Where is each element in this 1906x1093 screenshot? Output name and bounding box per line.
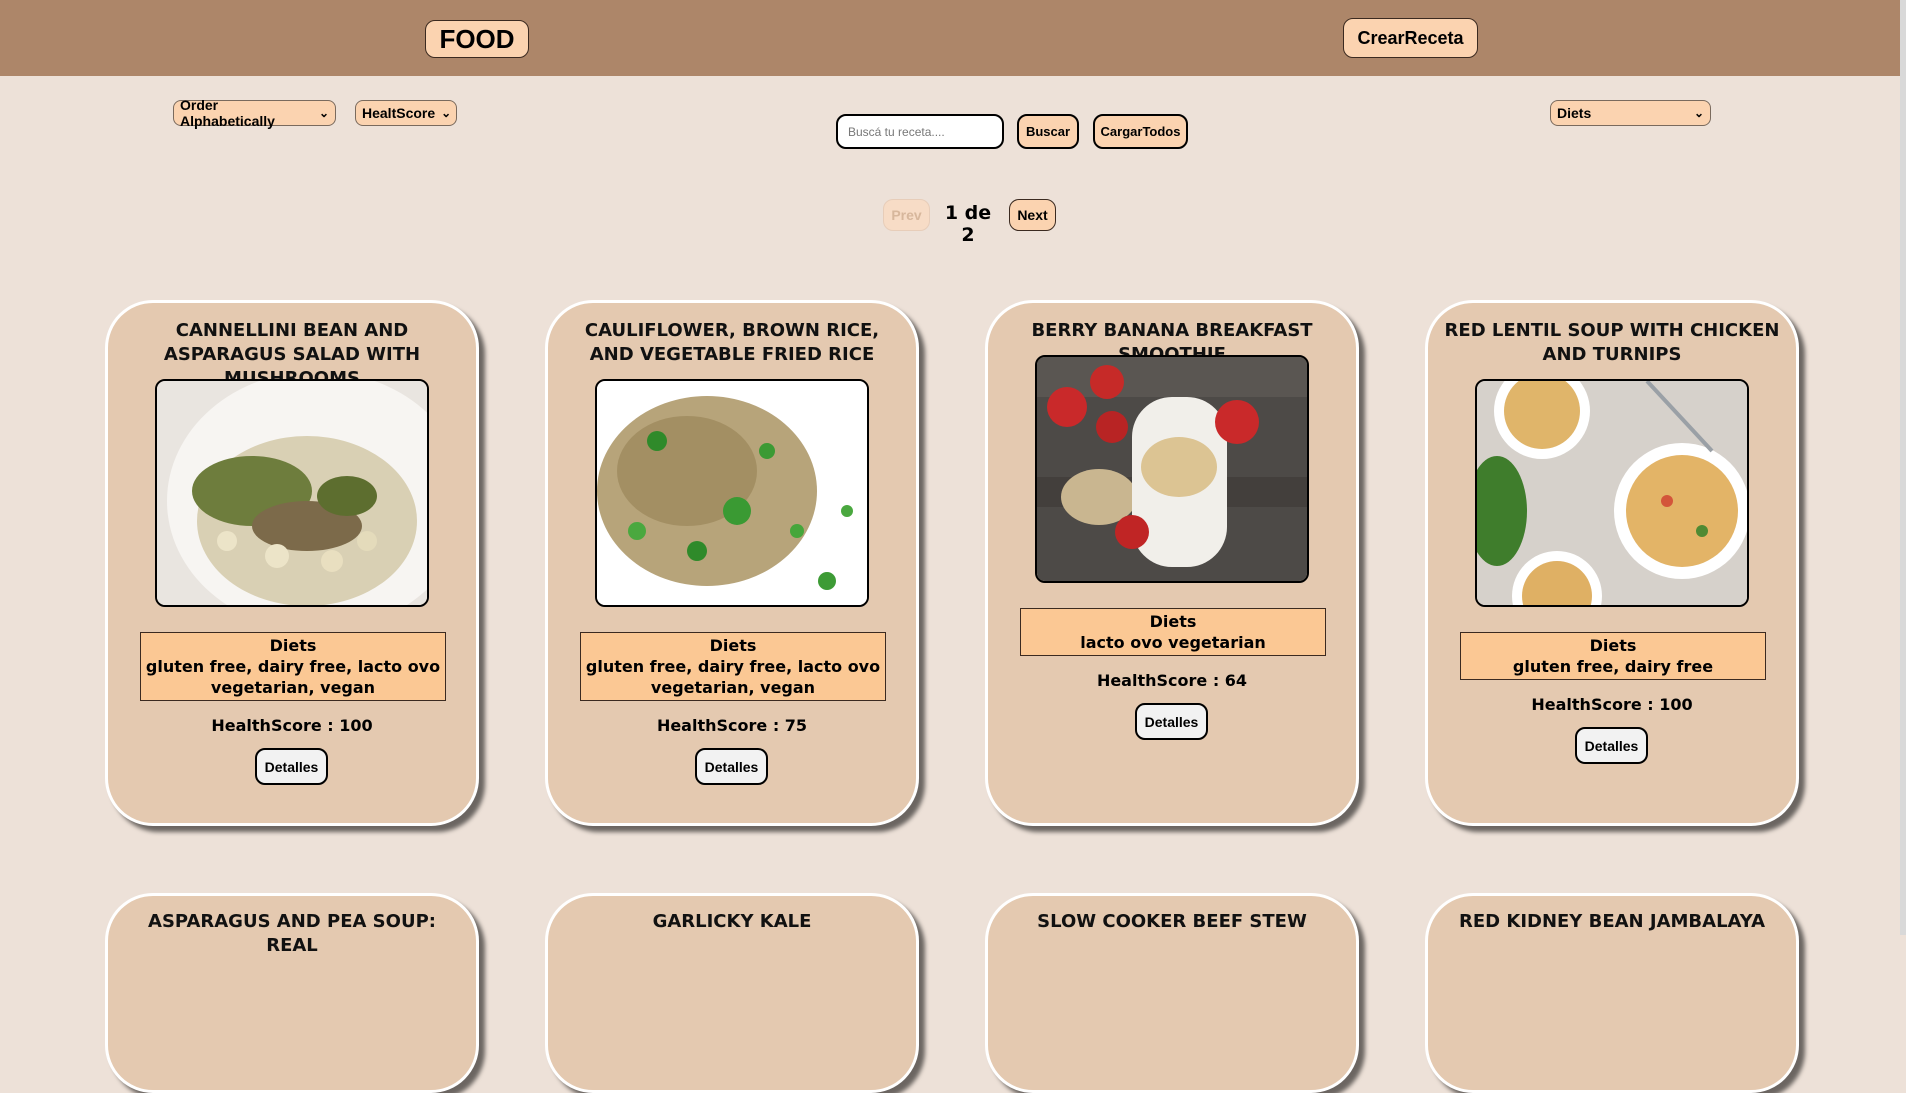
recipe-card: SLOW COOKER BEEF STEW xyxy=(985,893,1359,1093)
healthscore-select[interactable]: HealtScore ⌄ xyxy=(355,100,457,126)
details-button[interactable]: Detalles xyxy=(1575,727,1648,764)
recipe-card: BERRY BANANA BREAKFAST SMOOTHIE Diets la… xyxy=(985,300,1359,826)
recipe-image xyxy=(595,379,869,607)
health-score: HealthScore : 64 xyxy=(1096,671,1248,690)
details-button[interactable]: Detalles xyxy=(255,748,328,785)
chevron-down-icon: ⌄ xyxy=(318,106,329,120)
next-page-button[interactable]: Next xyxy=(1009,199,1056,231)
diets-box: Diets gluten free, dairy free, lacto ovo… xyxy=(140,632,446,701)
load-all-button[interactable]: CargarTodos xyxy=(1093,114,1188,149)
recipe-card: CAULIFLOWER, BROWN RICE, AND VEGETABLE F… xyxy=(545,300,919,826)
recipe-card: RED KIDNEY BEAN JAMBALAYA xyxy=(1425,893,1799,1093)
diets-label: Diets xyxy=(709,636,757,655)
create-recipe-button[interactable]: CrearReceta xyxy=(1343,18,1478,58)
recipe-card: CANNELLINI BEAN AND ASPARAGUS SALAD WITH… xyxy=(105,300,479,826)
diets-box: Diets gluten free, dairy free xyxy=(1460,632,1766,680)
recipe-card: ASPARAGUS AND PEA SOUP: REAL xyxy=(105,893,479,1093)
diets-select-value: Diets xyxy=(1557,105,1592,121)
details-button[interactable]: Detalles xyxy=(1135,703,1208,740)
diets-label: Diets xyxy=(1149,612,1197,631)
diets-list: lacto ovo vegetarian xyxy=(1080,633,1266,652)
recipe-title: SLOW COOKER BEEF STEW xyxy=(1037,911,1307,932)
order-alphabetically-select[interactable]: Order Alphabetically ⌄ xyxy=(173,97,336,129)
page-scrollbar[interactable] xyxy=(1900,0,1906,935)
recipe-title: RED KIDNEY BEAN JAMBALAYA xyxy=(1459,911,1765,932)
chevron-down-icon: ⌄ xyxy=(441,106,452,120)
diets-list: gluten free, dairy free, lacto ovo veget… xyxy=(585,657,881,697)
health-score: HealthScore : 100 xyxy=(211,716,373,735)
recipe-title: RED LENTIL SOUP WITH CHICKEN AND TURNIPS xyxy=(1444,320,1780,365)
diets-list: gluten free, dairy free xyxy=(1512,657,1714,676)
diets-select[interactable]: Diets ⌄ xyxy=(1550,100,1711,126)
recipe-image xyxy=(1035,355,1309,583)
health-score: HealthScore : 75 xyxy=(656,716,808,735)
logo-button[interactable]: FOOD xyxy=(425,20,529,58)
diets-box: Diets lacto ovo vegetarian xyxy=(1020,608,1326,656)
page-indicator: 1 de 2 xyxy=(944,202,992,246)
recipe-title: GARLICKY KALE xyxy=(652,911,812,932)
search-button[interactable]: Buscar xyxy=(1017,114,1079,149)
prev-page-button[interactable]: Prev xyxy=(883,199,930,231)
recipe-card: GARLICKY KALE xyxy=(545,893,919,1093)
healthscore-select-value: HealtScore xyxy=(362,105,436,121)
details-button[interactable]: Detalles xyxy=(695,748,768,785)
top-navbar xyxy=(0,0,1906,76)
order-alphabetically-value: Order Alphabetically xyxy=(180,97,275,129)
health-score: HealthScore : 100 xyxy=(1531,695,1693,714)
search-input[interactable] xyxy=(836,114,1004,149)
diets-label: Diets xyxy=(269,636,317,655)
recipe-image xyxy=(155,379,429,607)
diets-box: Diets gluten free, dairy free, lacto ovo… xyxy=(580,632,886,701)
chevron-down-icon: ⌄ xyxy=(1693,106,1704,120)
recipe-title: ASPARAGUS AND PEA SOUP: REAL xyxy=(148,911,436,956)
recipe-card: RED LENTIL SOUP WITH CHICKEN AND TURNIPS… xyxy=(1425,300,1799,826)
recipe-image xyxy=(1475,379,1749,607)
recipe-title: CAULIFLOWER, BROWN RICE, AND VEGETABLE F… xyxy=(584,320,880,365)
diets-label: Diets xyxy=(1589,636,1637,655)
diets-list: gluten free, dairy free, lacto ovo veget… xyxy=(145,657,441,697)
